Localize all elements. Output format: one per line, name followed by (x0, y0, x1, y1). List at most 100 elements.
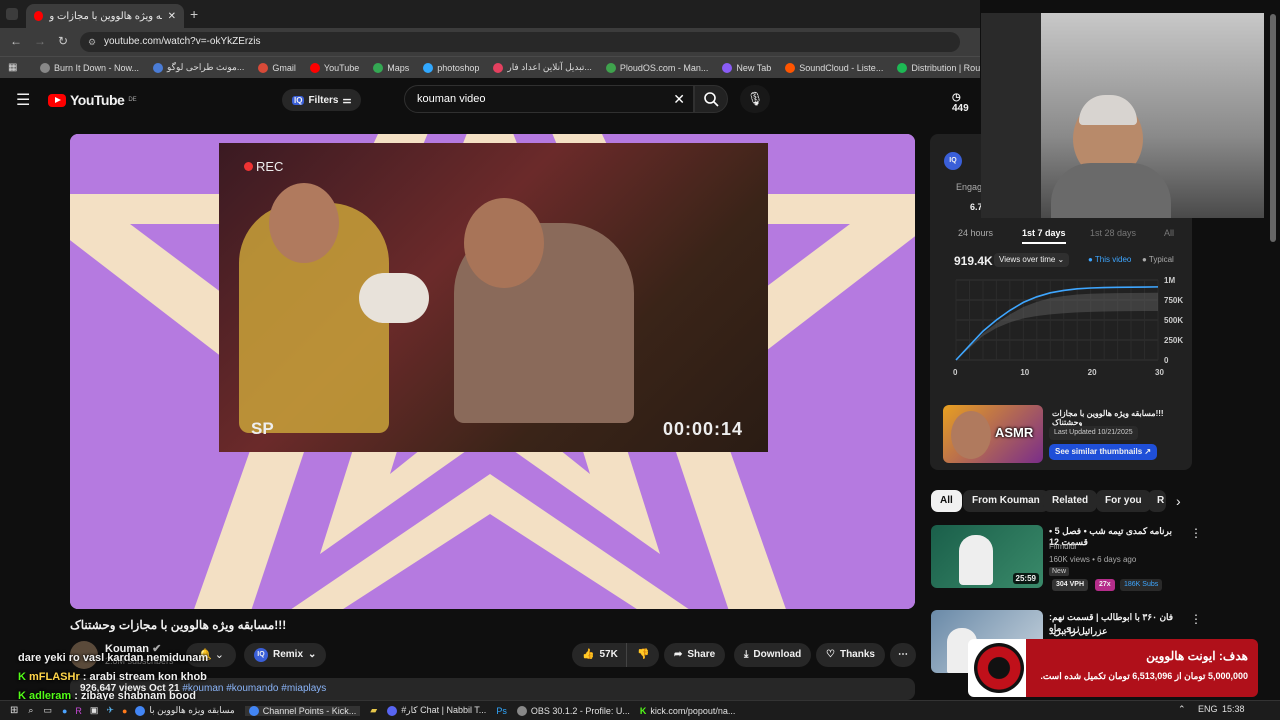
forward-icon[interactable]: → (34, 34, 46, 48)
voice-search-icon[interactable]: 🎙 (740, 85, 770, 113)
chip-related[interactable]: Related (1043, 490, 1098, 512)
streamer-cap (1079, 95, 1137, 125)
y-tick-label: 0 (1164, 356, 1169, 365)
download-icon: ⤓ (744, 649, 749, 660)
site-info-icon[interactable]: ⚙ (88, 32, 96, 52)
edge-icon[interactable]: ● (62, 706, 67, 716)
remix-button[interactable]: IQ Remix ⌄ (244, 643, 327, 667)
youtube-logo[interactable]: YouTube DE (48, 92, 137, 108)
y-tick-label: 1M (1164, 276, 1175, 285)
menu-icon[interactable]: ☰ (16, 90, 30, 110)
bookmark-item[interactable]: photoshop (423, 62, 479, 73)
app-icon[interactable]: ▣ (90, 705, 99, 716)
duration-badge: 25:59 (1012, 573, 1039, 584)
more-actions-button[interactable]: ⋯ (890, 643, 916, 667)
last-updated: Last Updated 10/21/2025 (1049, 426, 1138, 440)
chrome-icon (248, 705, 259, 716)
sharingan-icon (974, 643, 1024, 693)
bookmark-item[interactable]: مونث طراحی لوگو... (153, 62, 244, 73)
similar-thumbnails-button[interactable]: See similar thumbnails ↗ (1049, 444, 1158, 460)
youtube-header: ☰ YouTube DE IQ Filters ⚌ kouman video ✕… (0, 80, 980, 118)
taskbar-item[interactable]: Kkick.com/popout/na... (640, 706, 736, 716)
steam-icon[interactable]: ✈ (106, 705, 114, 716)
kick-icon: K (639, 705, 647, 716)
taskbar-item[interactable]: OBS 30.1.2 - Profile: U... (516, 705, 630, 716)
streamer-shoulders (1051, 163, 1171, 218)
browser-tab[interactable]: مسابقه ویژه هالووین با مجازات و... ✕ (26, 4, 184, 28)
chevron-right-icon[interactable]: › (1176, 493, 1181, 509)
language-indicator[interactable]: ENG (1198, 704, 1218, 714)
url-field[interactable]: ⚙ youtube.com/watch?v=-okYkZErzis (80, 32, 960, 52)
folder-icon[interactable]: ▰ (370, 705, 377, 716)
chip-for-you[interactable]: For you (1096, 490, 1151, 512)
search-input[interactable]: kouman video ✕ (404, 85, 694, 113)
like-button[interactable]: 👍 57K (572, 643, 630, 667)
thumbnail-preview[interactable]: ASMR (943, 405, 1043, 463)
rec-indicator: REC (244, 159, 283, 174)
app-icon[interactable]: R (75, 706, 82, 716)
bookmark-item[interactable]: Gmail (258, 62, 296, 73)
sp-label: SP (251, 419, 274, 438)
vph-badge: 304 VPH (1052, 579, 1089, 591)
watch-counter: ◷ 449 (952, 92, 969, 114)
photoshop-icon[interactable]: Ps (496, 706, 507, 716)
new-tab-button[interactable]: + (190, 6, 198, 22)
chip-more[interactable]: R (1148, 490, 1166, 512)
chevron-down-icon: ⌄ (214, 649, 224, 661)
thanks-button[interactable]: ♡ Thanks (816, 643, 885, 667)
more-icon[interactable]: ⋮ (1190, 612, 1202, 626)
windows-taskbar: ⊞ ⌕ ▭ ● R ▣ ✈ ● مسابقه ویژه هالووین با C… (0, 700, 1280, 720)
filters-button[interactable]: IQ Filters ⚌ (282, 89, 362, 111)
taskbar-item[interactable]: Channel Points - Kick... (244, 705, 361, 716)
x-tick-label: 20 (1088, 368, 1097, 377)
download-button[interactable]: ⤓ Download (734, 643, 812, 667)
bookmark-item[interactable]: Maps (373, 62, 409, 73)
task-view-icon[interactable]: ▭ (43, 705, 52, 716)
panda-shape (959, 535, 993, 585)
bookmark-item[interactable]: SoundCloud - Liste... (785, 62, 883, 73)
reload-icon[interactable]: ↻ (58, 34, 68, 48)
range-7d[interactable]: 1st 7 days (1022, 228, 1066, 244)
clock[interactable]: 15:38 (1222, 704, 1245, 714)
sliders-icon: ⚌ (342, 94, 352, 106)
taskbar-item[interactable]: مسابقه ویژه هالووین با (135, 705, 235, 716)
alert-subtitle: 5,000,000 تومان از 6,513,096 تومان تکمیل… (1040, 671, 1248, 681)
more-icon[interactable]: ⋮ (1190, 526, 1202, 540)
taskbar-item[interactable]: #کار Chat | Nabbil T... (387, 705, 486, 716)
metric-dropdown[interactable]: Views over time ⌄ (994, 253, 1070, 267)
typical-band (956, 292, 1158, 360)
back-icon[interactable]: ← (10, 34, 22, 48)
range-28d[interactable]: 1st 28 days (1090, 228, 1136, 238)
rec-channel[interactable]: Filmdidi (1049, 542, 1077, 551)
chrome-icon (135, 705, 146, 716)
bookmark-item[interactable]: تبدیل آنلاین اعداد فار... (493, 62, 592, 73)
share-button[interactable]: ➦ Share (664, 643, 726, 667)
chip-all[interactable]: All (931, 490, 962, 512)
bookmark-item[interactable]: PloudOS.com - Man... (605, 62, 708, 73)
dislike-button[interactable]: 👎 (626, 643, 660, 667)
range-all[interactable]: All (1164, 228, 1174, 238)
clear-search-icon[interactable]: ✕ (673, 86, 685, 112)
bookmark-item[interactable]: Burn It Down - Now... (40, 62, 139, 73)
bookmark-item[interactable]: New Tab (722, 62, 771, 73)
chip-from-channel[interactable]: From Kouman (963, 490, 1049, 512)
tray-icons[interactable]: ⌃ (1178, 704, 1186, 715)
apps-icon[interactable]: ▦ (8, 62, 17, 73)
chevron-down-icon: ⌄ (308, 649, 317, 660)
search-icon[interactable]: ⌕ (28, 705, 33, 716)
start-icon[interactable]: ⊞ (10, 705, 18, 716)
youtube-play-icon (48, 93, 66, 107)
close-tab-icon[interactable]: ✕ (168, 11, 176, 22)
search-button[interactable] (694, 85, 728, 113)
new-badge: New (1049, 567, 1070, 576)
bookmark-item[interactable]: YouTube (309, 62, 359, 73)
rec-thumbnail[interactable]: 25:59 (931, 525, 1043, 588)
scrollbar-thumb[interactable] (1270, 14, 1276, 242)
thumbnail-badge: ASMR (995, 425, 1034, 440)
range-24h[interactable]: 24 hours (958, 228, 993, 238)
x-tick-label: 0 (953, 368, 958, 377)
firefox-icon[interactable]: ● (122, 706, 127, 716)
tab-list-button[interactable] (6, 8, 18, 20)
bookmark-item[interactable]: Distribution | Route... (897, 62, 980, 73)
thumbs-up-icon: 👍 (582, 649, 595, 660)
